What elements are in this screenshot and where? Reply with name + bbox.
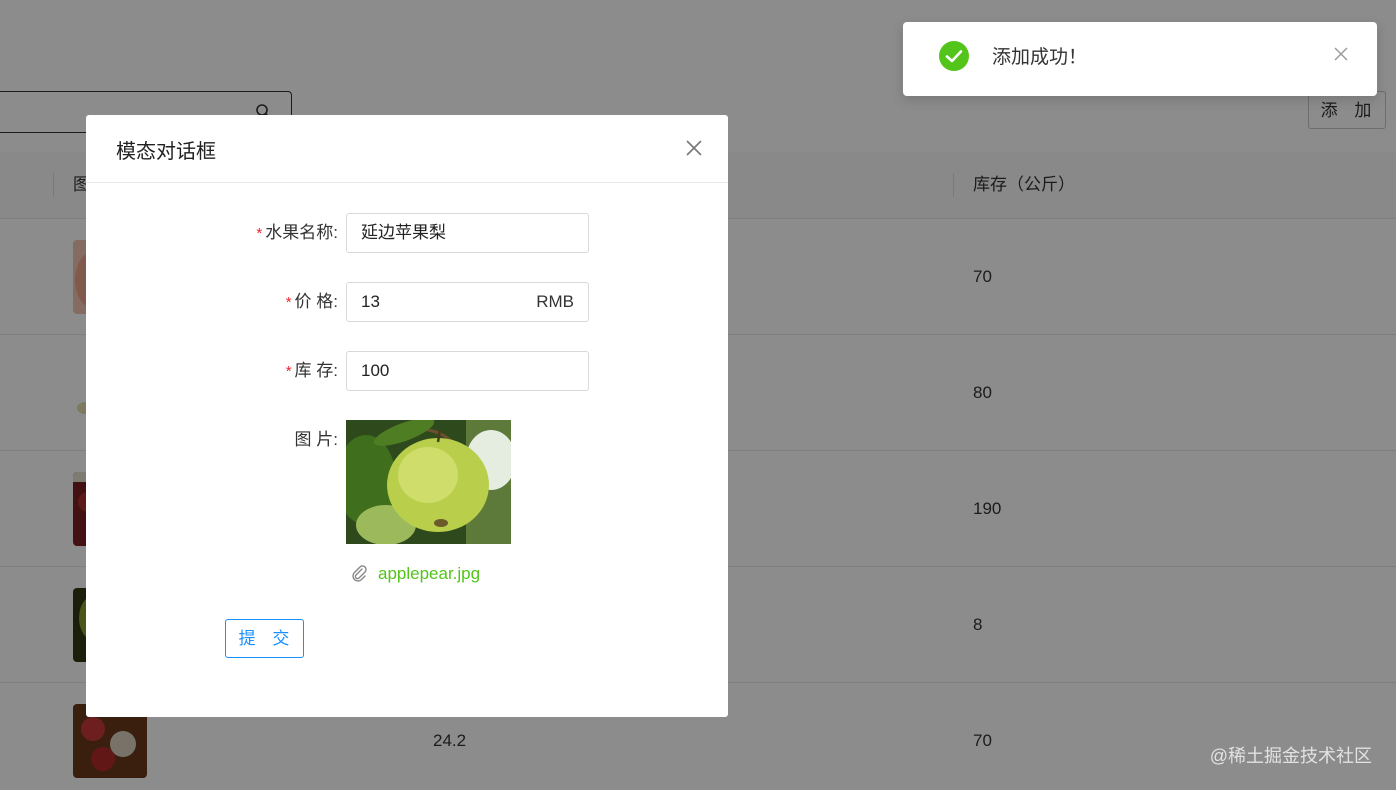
form-row-price: * 价 格: 13 RMB — [86, 282, 728, 322]
stock-input[interactable]: 100 — [346, 351, 589, 391]
field-label: * 水果名称: — [256, 223, 338, 242]
image-preview — [346, 420, 511, 544]
form-row-stock: * 库 存: 100 — [86, 351, 728, 391]
file-name: applepear.jpg — [378, 564, 481, 583]
form-row-name: * 水果名称: 延边苹果梨 — [86, 213, 728, 253]
required-mark: * — [285, 294, 292, 311]
field-label: * 库 存: — [285, 361, 338, 380]
price-label: 价 格 — [294, 292, 334, 311]
submit-button[interactable]: 提 交 — [225, 619, 304, 658]
field-label: * 价 格: — [285, 292, 338, 311]
price-input[interactable]: 13 RMB — [346, 282, 589, 322]
check-circle-icon — [939, 41, 969, 71]
price-value: 13 — [361, 292, 380, 311]
add-fruit-modal: 模态对话框 * 水果名称: 延边苹果梨 * 价 格: 13 RMB * 库 存: 10… — [86, 115, 728, 717]
paperclip-icon — [352, 565, 367, 582]
field-label: 图 片: — [294, 430, 338, 449]
page: 添 加 图 库存（公斤） 70 80 190 8 24.2 70 模态对话框 *… — [0, 0, 1396, 790]
modal-header: 模态对话框 — [86, 115, 728, 183]
required-mark: * — [285, 363, 292, 380]
toast-message: 添加成功！ — [992, 47, 1088, 68]
close-icon[interactable] — [684, 138, 704, 158]
uploaded-file-link[interactable]: applepear.jpg — [350, 562, 480, 586]
close-icon[interactable] — [1333, 46, 1349, 62]
price-suffix: RMB — [536, 292, 574, 311]
modal-title: 模态对话框 — [116, 141, 216, 163]
required-mark: * — [256, 225, 263, 242]
watermark: @稀土掘金技术社区 — [1209, 746, 1372, 766]
stock-label: 库 存 — [294, 361, 334, 380]
success-toast: 添加成功！ — [903, 22, 1377, 96]
name-label: 水果名称 — [265, 223, 334, 242]
image-label: 图 片 — [294, 430, 334, 449]
fruit-name-input[interactable]: 延边苹果梨 — [346, 213, 589, 253]
